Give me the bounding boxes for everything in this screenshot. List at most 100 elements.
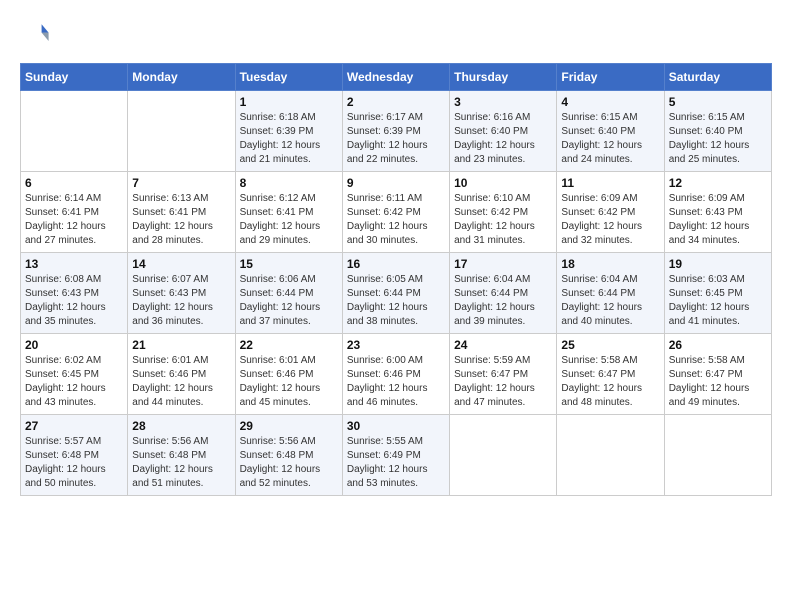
calendar-cell: 1 Sunrise: 6:18 AMSunset: 6:39 PMDaylight… xyxy=(235,91,342,172)
logo-icon xyxy=(22,20,50,48)
day-number: 24 xyxy=(454,338,552,352)
calendar-cell: 8 Sunrise: 6:12 AMSunset: 6:41 PMDaylight… xyxy=(235,172,342,253)
cell-info: Sunrise: 6:04 AMSunset: 6:44 PMDaylight:… xyxy=(561,273,659,329)
cell-info: Sunrise: 5:57 AMSunset: 6:48 PMDaylight:… xyxy=(25,435,123,491)
calendar-week-row: 20Sunrise: 6:02 AMSunset: 6:45 PMDayligh… xyxy=(21,334,772,415)
calendar-cell: 10 Sunrise: 6:10 AMSunset: 6:42 PMDayligh… xyxy=(450,172,557,253)
cell-info: Sunrise: 6:03 AMSunset: 6:45 PMDaylight:… xyxy=(669,273,767,329)
calendar-cell: 12 Sunrise: 6:09 AMSunset: 6:43 PMDayligh… xyxy=(664,172,771,253)
calendar-cell: 16 Sunrise: 6:05 AMSunset: 6:44 PMDayligh… xyxy=(342,253,449,334)
day-number: 3 xyxy=(454,95,552,109)
header-day: Tuesday xyxy=(235,64,342,91)
cell-info: Sunrise: 6:15 AMSunset: 6:40 PMDaylight:… xyxy=(561,111,659,167)
calendar-cell: 11Sunrise: 6:09 AMSunset: 6:42 PMDayligh… xyxy=(557,172,664,253)
calendar-cell: 9 Sunrise: 6:11 AMSunset: 6:42 PMDaylight… xyxy=(342,172,449,253)
calendar-cell: 17 Sunrise: 6:04 AMSunset: 6:44 PMDayligh… xyxy=(450,253,557,334)
day-number: 11 xyxy=(561,176,659,190)
header-day: Friday xyxy=(557,64,664,91)
calendar-cell: 21Sunrise: 6:01 AMSunset: 6:46 PMDayligh… xyxy=(128,334,235,415)
calendar-cell: 5 Sunrise: 6:15 AMSunset: 6:40 PMDaylight… xyxy=(664,91,771,172)
cell-info: Sunrise: 6:18 AMSunset: 6:39 PMDaylight:… xyxy=(240,111,338,167)
cell-info: Sunrise: 5:55 AMSunset: 6:49 PMDaylight:… xyxy=(347,435,445,491)
calendar-header: SundayMondayTuesdayWednesdayThursdayFrid… xyxy=(21,64,772,91)
cell-info: Sunrise: 6:13 AMSunset: 6:41 PMDaylight:… xyxy=(132,192,230,248)
calendar-cell: 23Sunrise: 6:00 AMSunset: 6:46 PMDayligh… xyxy=(342,334,449,415)
calendar-week-row: 1 Sunrise: 6:18 AMSunset: 6:39 PMDaylight… xyxy=(21,91,772,172)
cell-info: Sunrise: 6:10 AMSunset: 6:42 PMDaylight:… xyxy=(454,192,552,248)
day-number: 29 xyxy=(240,419,338,433)
calendar-cell: 7Sunrise: 6:13 AMSunset: 6:41 PMDaylight… xyxy=(128,172,235,253)
day-number: 12 xyxy=(669,176,767,190)
day-number: 28 xyxy=(132,419,230,433)
calendar-cell: 2 Sunrise: 6:17 AMSunset: 6:39 PMDaylight… xyxy=(342,91,449,172)
header-day: Thursday xyxy=(450,64,557,91)
calendar-week-row: 13Sunrise: 6:08 AMSunset: 6:43 PMDayligh… xyxy=(21,253,772,334)
calendar-cell xyxy=(664,415,771,496)
cell-info: Sunrise: 6:12 AMSunset: 6:41 PMDaylight:… xyxy=(240,192,338,248)
calendar-cell: 26 Sunrise: 5:58 AMSunset: 6:47 PMDayligh… xyxy=(664,334,771,415)
day-number: 15 xyxy=(240,257,338,271)
day-number: 22 xyxy=(240,338,338,352)
cell-info: Sunrise: 5:58 AMSunset: 6:47 PMDaylight:… xyxy=(669,354,767,410)
calendar-cell: 13Sunrise: 6:08 AMSunset: 6:43 PMDayligh… xyxy=(21,253,128,334)
cell-info: Sunrise: 6:01 AMSunset: 6:46 PMDaylight:… xyxy=(240,354,338,410)
cell-info: Sunrise: 6:08 AMSunset: 6:43 PMDaylight:… xyxy=(25,273,123,329)
cell-info: Sunrise: 5:56 AMSunset: 6:48 PMDaylight:… xyxy=(132,435,230,491)
calendar-cell: 15Sunrise: 6:06 AMSunset: 6:44 PMDayligh… xyxy=(235,253,342,334)
calendar-cell xyxy=(21,91,128,172)
day-number: 26 xyxy=(669,338,767,352)
cell-info: Sunrise: 5:58 AMSunset: 6:47 PMDaylight:… xyxy=(561,354,659,410)
cell-info: Sunrise: 6:16 AMSunset: 6:40 PMDaylight:… xyxy=(454,111,552,167)
calendar-cell xyxy=(557,415,664,496)
cell-info: Sunrise: 6:05 AMSunset: 6:44 PMDaylight:… xyxy=(347,273,445,329)
day-number: 16 xyxy=(347,257,445,271)
cell-info: Sunrise: 6:04 AMSunset: 6:44 PMDaylight:… xyxy=(454,273,552,329)
header-day: Wednesday xyxy=(342,64,449,91)
calendar-week-row: 27 Sunrise: 5:57 AMSunset: 6:48 PMDayligh… xyxy=(21,415,772,496)
logo xyxy=(20,20,50,53)
calendar-cell: 4 Sunrise: 6:15 AMSunset: 6:40 PMDaylight… xyxy=(557,91,664,172)
calendar-table: SundayMondayTuesdayWednesdayThursdayFrid… xyxy=(20,63,772,496)
day-number: 10 xyxy=(454,176,552,190)
header-row: SundayMondayTuesdayWednesdayThursdayFrid… xyxy=(21,64,772,91)
calendar-week-row: 6Sunrise: 6:14 AMSunset: 6:41 PMDaylight… xyxy=(21,172,772,253)
day-number: 17 xyxy=(454,257,552,271)
page-header xyxy=(20,20,772,53)
day-number: 4 xyxy=(561,95,659,109)
day-number: 1 xyxy=(240,95,338,109)
header-day: Monday xyxy=(128,64,235,91)
calendar-cell xyxy=(128,91,235,172)
day-number: 8 xyxy=(240,176,338,190)
calendar-cell: 30 Sunrise: 5:55 AMSunset: 6:49 PMDayligh… xyxy=(342,415,449,496)
calendar-cell: 28 Sunrise: 5:56 AMSunset: 6:48 PMDayligh… xyxy=(128,415,235,496)
cell-info: Sunrise: 6:14 AMSunset: 6:41 PMDaylight:… xyxy=(25,192,123,248)
day-number: 18 xyxy=(561,257,659,271)
day-number: 27 xyxy=(25,419,123,433)
day-number: 19 xyxy=(669,257,767,271)
calendar-cell xyxy=(450,415,557,496)
day-number: 25 xyxy=(561,338,659,352)
calendar-cell: 22 Sunrise: 6:01 AMSunset: 6:46 PMDayligh… xyxy=(235,334,342,415)
calendar-cell: 25 Sunrise: 5:58 AMSunset: 6:47 PMDayligh… xyxy=(557,334,664,415)
calendar-cell: 6Sunrise: 6:14 AMSunset: 6:41 PMDaylight… xyxy=(21,172,128,253)
calendar-cell: 18 Sunrise: 6:04 AMSunset: 6:44 PMDayligh… xyxy=(557,253,664,334)
cell-info: Sunrise: 6:11 AMSunset: 6:42 PMDaylight:… xyxy=(347,192,445,248)
cell-info: Sunrise: 6:15 AMSunset: 6:40 PMDaylight:… xyxy=(669,111,767,167)
day-number: 9 xyxy=(347,176,445,190)
day-number: 30 xyxy=(347,419,445,433)
header-day: Saturday xyxy=(664,64,771,91)
day-number: 21 xyxy=(132,338,230,352)
cell-info: Sunrise: 6:17 AMSunset: 6:39 PMDaylight:… xyxy=(347,111,445,167)
calendar-cell: 29Sunrise: 5:56 AMSunset: 6:48 PMDayligh… xyxy=(235,415,342,496)
calendar-cell: 24Sunrise: 5:59 AMSunset: 6:47 PMDayligh… xyxy=(450,334,557,415)
calendar-cell: 3 Sunrise: 6:16 AMSunset: 6:40 PMDaylight… xyxy=(450,91,557,172)
calendar-cell: 14Sunrise: 6:07 AMSunset: 6:43 PMDayligh… xyxy=(128,253,235,334)
cell-info: Sunrise: 6:02 AMSunset: 6:45 PMDaylight:… xyxy=(25,354,123,410)
calendar-cell: 27 Sunrise: 5:57 AMSunset: 6:48 PMDayligh… xyxy=(21,415,128,496)
day-number: 5 xyxy=(669,95,767,109)
cell-info: Sunrise: 6:09 AMSunset: 6:43 PMDaylight:… xyxy=(669,192,767,248)
day-number: 2 xyxy=(347,95,445,109)
calendar-body: 1 Sunrise: 6:18 AMSunset: 6:39 PMDaylight… xyxy=(21,91,772,496)
calendar-cell: 19 Sunrise: 6:03 AMSunset: 6:45 PMDayligh… xyxy=(664,253,771,334)
day-number: 14 xyxy=(132,257,230,271)
